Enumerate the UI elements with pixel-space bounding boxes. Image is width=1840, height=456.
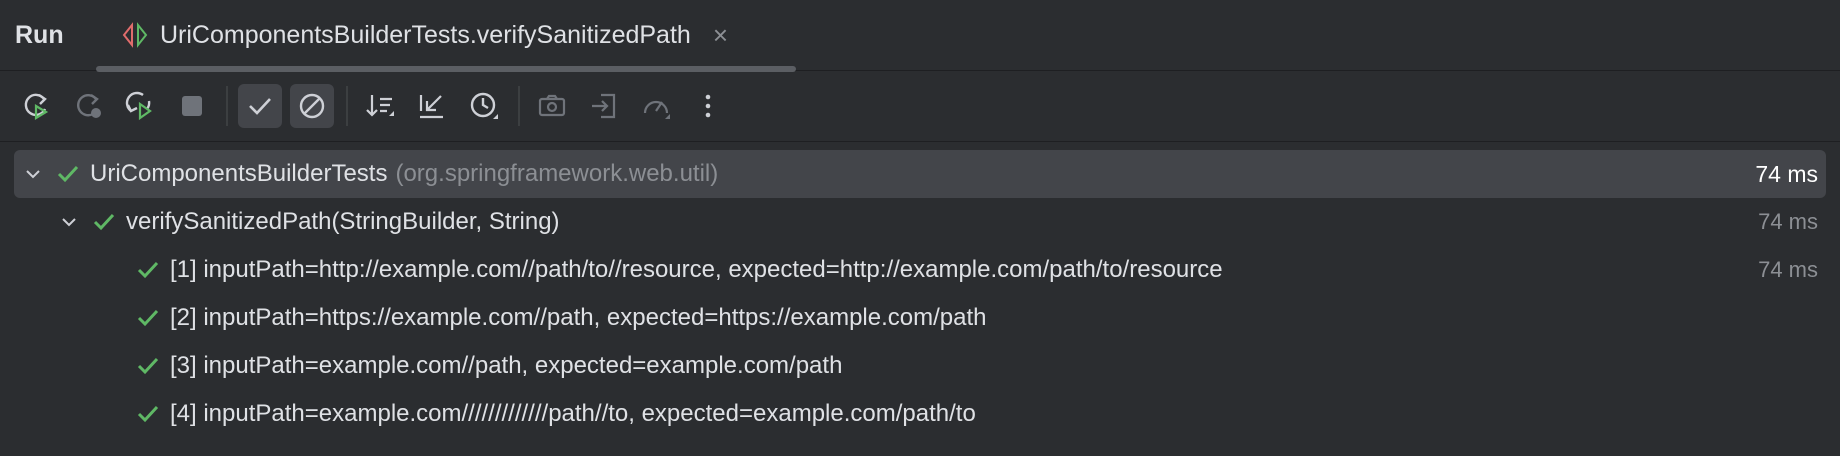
auto-rerun-icon [125,91,152,121]
import-icon [592,93,616,119]
test-results-tree: UriComponentsBuilderTests (org.springfra… [0,142,1840,438]
toolbar-separator [226,86,228,126]
coverage-button[interactable] [634,84,678,128]
test-toolbar [0,71,1840,142]
tree-row-test-case-3[interactable]: [3] inputPath=example.com//path, expecte… [0,342,1840,390]
sort-icon [366,95,394,117]
check-icon [249,98,271,115]
toolbar-separator [346,86,348,126]
tree-row-test-case-4[interactable]: [4] inputPath=example.com/////////////pa… [0,390,1840,438]
clock-icon [470,92,498,119]
test-class-duration: 74 ms [1755,160,1818,187]
rerun-failed-button[interactable] [66,84,110,128]
tree-row-test-case-1[interactable]: [1] inputPath=http://example.com//path/t… [0,246,1840,294]
active-tab-indicator [96,66,796,72]
show-passed-toggle[interactable] [238,84,282,128]
rerun-button[interactable] [14,84,58,128]
close-icon[interactable]: × [713,22,728,48]
test-run-icon [122,22,148,48]
passed-check-icon [57,165,79,183]
stop-icon [182,96,202,116]
rerun-icon [24,93,49,120]
passed-check-icon [137,309,159,327]
tree-row-test-class[interactable]: UriComponentsBuilderTests (org.springfra… [14,150,1826,198]
test-case-label: [3] inputPath=example.com//path, expecte… [170,352,843,379]
show-ignored-toggle[interactable] [290,84,334,128]
chevron-down-icon[interactable] [22,163,44,185]
test-class-name: UriComponentsBuilderTests [90,160,388,187]
gauge-icon [643,100,670,119]
stop-button[interactable] [170,84,214,128]
test-case-duration: 74 ms [1758,257,1818,282]
test-method-duration: 74 ms [1758,209,1818,234]
run-tab[interactable]: UriComponentsBuilderTests.verifySanitize… [120,0,728,70]
run-tab-label: UriComponentsBuilderTests.verifySanitize… [160,20,691,49]
test-method-name: verifySanitizedPath(StringBuilder, Strin… [126,208,560,235]
toolbar-separator [518,86,520,126]
tree-row-test-case-2[interactable]: [2] inputPath=https://example.com//path,… [0,294,1840,342]
run-panel-title: Run [15,20,64,49]
rerun-failed-icon [77,94,101,118]
tree-row-test-method[interactable]: verifySanitizedPath(StringBuilder, Strin… [0,198,1840,246]
passed-check-icon [137,357,159,375]
camera-icon [538,94,566,117]
test-case-label: [4] inputPath=example.com/////////////pa… [170,400,976,427]
ignored-icon [299,93,325,119]
chevron-down-icon[interactable] [58,211,80,233]
collapse-icon [419,95,443,119]
more-options-button[interactable] [686,84,730,128]
passed-check-icon [137,261,159,279]
toggle-auto-test-button[interactable] [118,84,162,128]
collapse-all-button[interactable] [410,84,454,128]
screenshot-button[interactable] [530,84,574,128]
test-class-package: (org.springframework.web.util) [395,160,719,187]
passed-check-icon [93,213,115,231]
passed-check-icon [137,405,159,423]
import-tests-button[interactable] [582,84,626,128]
run-panel-header: Run UriComponentsBuilderTests.verifySani… [0,0,1840,72]
sort-alphabetically-button[interactable] [358,84,402,128]
test-case-label: [1] inputPath=http://example.com//path/t… [170,256,1223,283]
more-vertical-icon [705,94,711,118]
sort-by-duration-button[interactable] [462,84,506,128]
test-case-label: [2] inputPath=https://example.com//path,… [170,304,987,331]
